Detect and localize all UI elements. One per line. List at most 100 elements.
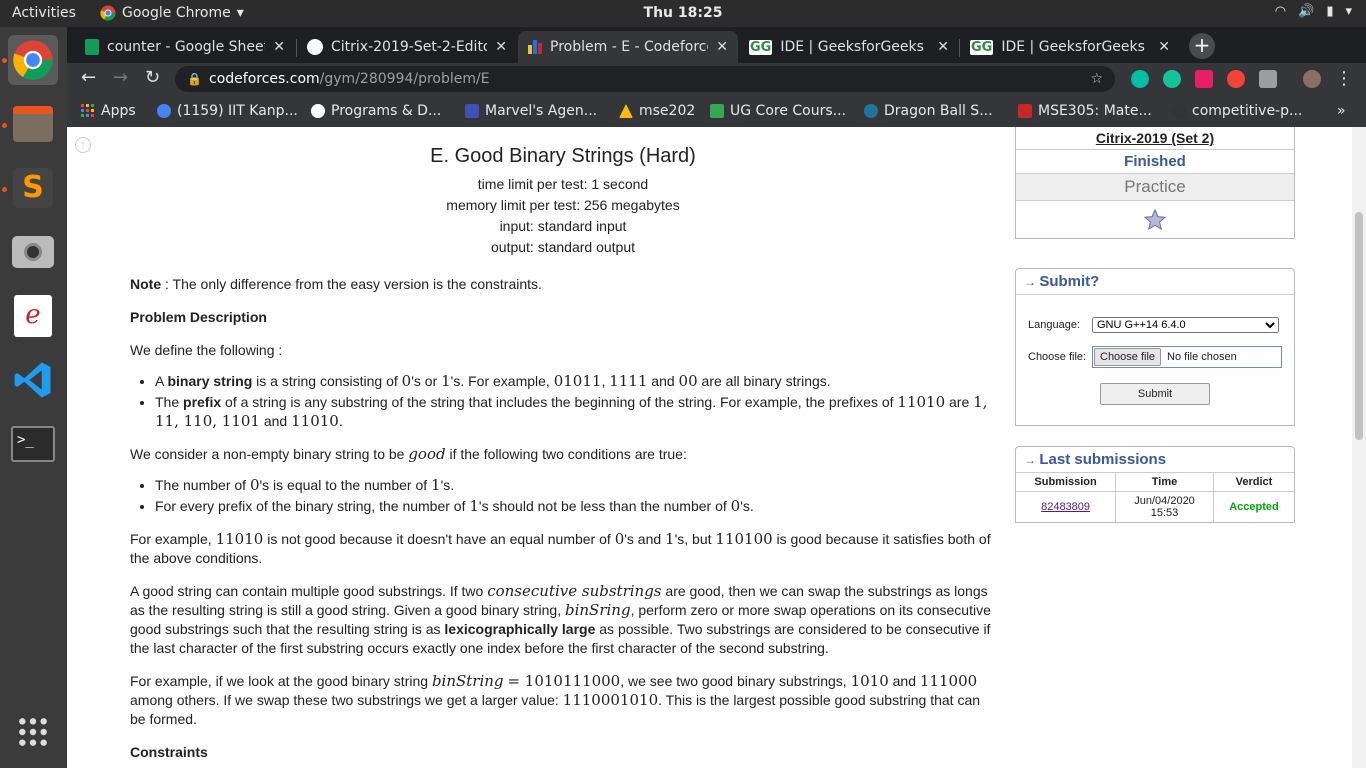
files-icon <box>13 106 53 142</box>
chrome-icon <box>100 5 116 21</box>
swap-paragraph: A good string can contain multiple good … <box>130 582 991 656</box>
page-scrollbar[interactable] <box>1352 127 1366 768</box>
bookmark-competitive[interactable]: competitive-p... <box>1172 103 1302 119</box>
new-tab-button[interactable]: + <box>1189 33 1215 59</box>
bookmark-label: Apps <box>101 103 136 119</box>
column-header: Time <box>1115 472 1214 492</box>
app-menu[interactable]: Google Chrome ▾ <box>100 5 244 21</box>
tab-title: IDE | GeeksforGeeks | A <box>780 39 929 55</box>
submit-button[interactable]: Submit <box>1100 383 1210 405</box>
bookmark-label: Programs & D... <box>331 103 442 119</box>
note-text: : The only difference from the easy vers… <box>161 276 542 292</box>
close-icon[interactable]: ✕ <box>495 39 507 55</box>
system-tray[interactable]: ◠ 🔊 ▮ ▾ <box>1275 4 1352 19</box>
submission-id-link[interactable]: 82483809 <box>1016 491 1116 522</box>
drive-icon <box>619 104 633 118</box>
submissions-table: Submission Time Verdict 82483809 Jun/04/… <box>1016 472 1294 522</box>
bookmark-dragon-ball[interactable]: Dragon Ball S... <box>864 103 993 119</box>
bookmark-ug-core[interactable]: UG Core Cours... <box>710 103 846 119</box>
tab-gfg-ide-1[interactable]: GG IDE | GeeksforGeeks | A ✕ <box>739 31 959 63</box>
extension-red-icon[interactable] <box>1227 70 1245 88</box>
submit-box: → Submit? Language: GNU G++14 6.4.0 Choo… <box>1015 268 1295 426</box>
bookmark-programs[interactable]: Programs & D... <box>311 103 441 119</box>
arrow-up-circle-icon[interactable]: ↑ <box>75 137 91 153</box>
camera-icon <box>12 236 54 268</box>
running-indicator <box>2 58 7 63</box>
running-indicator <box>2 123 7 128</box>
activities-button[interactable]: Activities <box>12 5 76 21</box>
submission-time: Jun/04/2020 15:53 <box>1115 491 1214 522</box>
url-path: /gym/280994/problem/E <box>319 71 490 87</box>
bookmark-label: (1159) IIT Kanp... <box>177 103 298 119</box>
dock-terminal[interactable]: >_ <box>8 419 58 469</box>
extension-m-icon[interactable] <box>1131 70 1149 88</box>
chrome-icon <box>13 40 53 80</box>
list-item: For every prefix of the binary string, t… <box>155 497 996 516</box>
grammarly-icon[interactable] <box>1163 70 1181 88</box>
star-icon[interactable] <box>1143 208 1167 232</box>
tab-gfg-ide-2[interactable]: GG IDE | GeeksforGeeks | A ✕ <box>960 31 1180 63</box>
contest-name-link[interactable]: Citrix-2019 (Set 2) <box>1016 127 1294 149</box>
star-icon[interactable]: ☆ <box>1090 66 1103 92</box>
close-icon[interactable]: ✕ <box>1158 39 1170 55</box>
address-bar[interactable]: 🔒 codeforces.com/gym/280994/problem/E ☆ <box>175 66 1115 92</box>
close-icon[interactable]: ✕ <box>716 39 728 55</box>
github-icon <box>307 39 323 55</box>
bookmark-mse202[interactable]: mse202 <box>619 103 695 119</box>
close-icon[interactable]: ✕ <box>273 39 285 55</box>
choose-file-button[interactable]: Choose file <box>1094 348 1162 366</box>
back-button[interactable]: ← <box>81 67 96 88</box>
close-icon[interactable]: ✕ <box>937 39 949 55</box>
dock-files[interactable] <box>8 99 58 149</box>
dock-chrome[interactable] <box>8 35 58 85</box>
app-menu-label: Google Chrome <box>122 5 231 21</box>
problem-statement: E. Good Binary Strings (Hard) time limit… <box>130 127 996 762</box>
no-file-text: No file chosen <box>1167 351 1237 363</box>
define-text: We define the following : <box>130 342 283 358</box>
bookmark-label: Marvel's Agen... <box>485 103 598 119</box>
extension-pink-icon[interactable] <box>1195 70 1213 88</box>
dock-sublime[interactable]: S <box>8 163 58 213</box>
time-limit: time limit per test: 1 second <box>477 176 649 192</box>
language-select[interactable]: GNU G++14 6.4.0 <box>1092 317 1279 333</box>
tab-google-sheets[interactable]: counter - Google Sheets ✕ <box>75 31 295 63</box>
bookmarks-bar: Apps (1159) IIT Kanp... Programs & D... … <box>67 95 1366 127</box>
site-icon <box>710 104 724 118</box>
bookmark-apps[interactable]: Apps <box>81 103 136 119</box>
more-bookmarks-icon[interactable]: » <box>1337 103 1346 119</box>
bookmark-marvel[interactable]: Marvel's Agen... <box>465 103 597 119</box>
avatar[interactable] <box>1303 70 1321 88</box>
forward-button[interactable]: → <box>113 67 128 88</box>
constraints-heading: Constraints <box>130 744 208 760</box>
tab-title: Citrix-2019-Set-2-Editorial <box>331 39 488 55</box>
practice-mode[interactable]: Practice <box>1016 173 1294 200</box>
scrollbar-thumb[interactable] <box>1355 212 1363 440</box>
tab-github-editorial[interactable]: Citrix-2019-Set-2-Editorial ✕ <box>297 31 517 63</box>
file-input[interactable]: Choose file No file chosen <box>1092 346 1282 368</box>
chevron-down-icon: ▾ <box>1345 4 1352 19</box>
choose-file-label: Choose file: <box>1028 351 1087 363</box>
kebab-menu-icon[interactable]: ⋮ <box>1335 68 1353 89</box>
reload-button[interactable]: ↻ <box>145 67 160 88</box>
dock-camera[interactable] <box>8 227 58 277</box>
document-viewer-icon: e <box>14 295 52 337</box>
shield-icon[interactable] <box>1259 70 1277 88</box>
volume-icon: 🔊 <box>1298 4 1315 19</box>
dock-document-viewer[interactable]: e <box>8 291 58 341</box>
tab-codeforces[interactable]: Problem - E - Codeforces ✕ <box>518 31 738 63</box>
list-item: A binary string is a string consisting o… <box>155 372 996 391</box>
battery-icon: ▮ <box>1326 4 1334 19</box>
note-paragraph: Note : The only difference from the easy… <box>130 275 996 294</box>
verdict-accepted: Accepted <box>1212 491 1294 522</box>
lock-icon: 🔒 <box>187 72 202 86</box>
bookmark-iit-kanpur[interactable]: (1159) IIT Kanp... <box>157 103 298 119</box>
tab-title: counter - Google Sheets <box>107 39 266 55</box>
arrow-right-icon: → <box>1024 453 1040 467</box>
show-applications-button[interactable] <box>8 707 58 757</box>
dock-vscode[interactable] <box>8 355 58 405</box>
contest-status: Finished <box>1016 149 1294 173</box>
conditions-list: The number of 0's is equal to the number… <box>130 476 996 516</box>
sheets-icon <box>85 39 99 55</box>
clock[interactable]: Thu 18:25 <box>644 5 723 21</box>
bookmark-mse305[interactable]: MSE305: Mate... <box>1018 103 1152 119</box>
